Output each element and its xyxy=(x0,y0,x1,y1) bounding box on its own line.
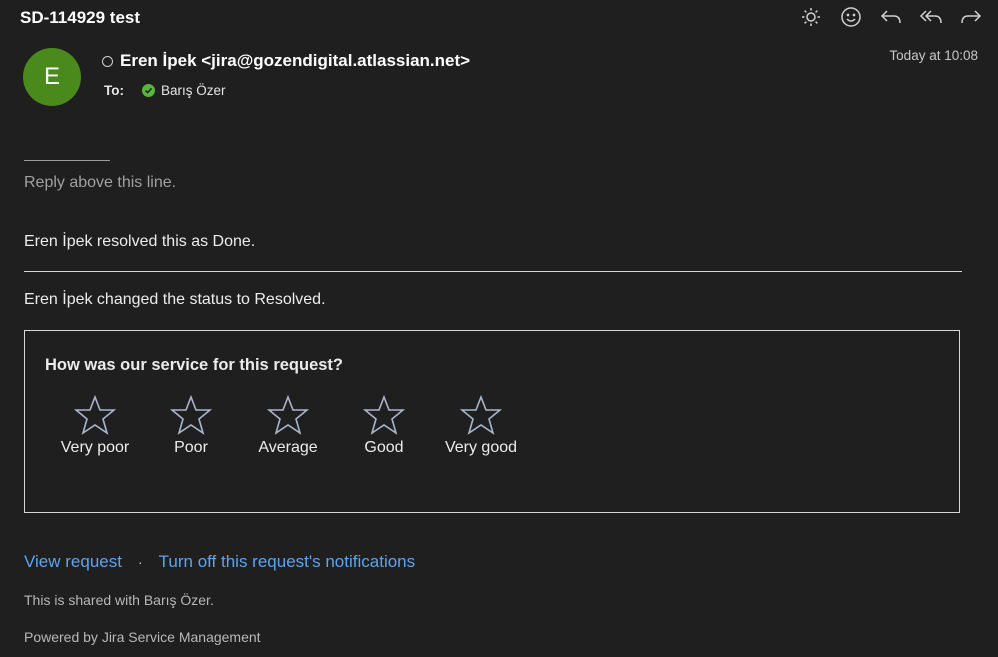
unread-indicator-icon[interactable] xyxy=(102,55,113,67)
rating-label: Very good xyxy=(444,439,518,456)
survey-question: How was our service for this request? xyxy=(45,356,343,374)
satisfaction-survey: How was our service for this request? Ve… xyxy=(24,330,960,513)
status-change-text: Eren İpek changed the status to Resolved… xyxy=(24,291,326,308)
rating-average[interactable]: Average xyxy=(240,395,336,457)
message-date: Today at 10:08 xyxy=(889,48,978,63)
rating-poor[interactable]: Poor xyxy=(143,395,239,457)
rating-label: Very poor xyxy=(60,439,130,456)
sender-name[interactable]: Eren İpek <jira@gozendigital.atlassian.n… xyxy=(120,51,470,71)
brightness-icon[interactable] xyxy=(798,6,824,28)
emoji-icon[interactable] xyxy=(838,6,864,28)
message-toolbar xyxy=(798,6,984,28)
star-icon xyxy=(460,395,502,435)
sender-row: Eren İpek <jira@gozendigital.atlassian.n… xyxy=(102,51,470,71)
to-label: To: xyxy=(104,83,124,98)
view-request-link[interactable]: View request xyxy=(24,552,122,572)
avatar: E xyxy=(23,48,81,106)
divider xyxy=(24,271,962,272)
reply-above-text: Reply above this line. xyxy=(24,174,177,191)
rating-label: Average xyxy=(258,439,318,456)
star-icon xyxy=(363,395,405,435)
rating-label: Poor xyxy=(174,439,208,456)
shared-notice: This is shared with Barış Özer. xyxy=(24,592,214,608)
reply-separator xyxy=(24,160,110,161)
link-separator: · xyxy=(137,554,143,570)
star-icon xyxy=(267,395,309,435)
reply-icon[interactable] xyxy=(878,6,904,28)
email-subject: SD-114929 test xyxy=(20,8,141,27)
star-icon xyxy=(170,395,212,435)
rating-label: Good xyxy=(364,439,404,456)
forward-icon[interactable] xyxy=(958,6,984,28)
rating-very-good[interactable]: Very good xyxy=(433,395,529,457)
powered-by: Powered by Jira Service Management xyxy=(24,629,261,645)
recipient-row: To: Barış Özer xyxy=(104,83,226,98)
action-links: View request · Turn off this request's n… xyxy=(24,552,415,572)
recipient-name[interactable]: Barış Özer xyxy=(161,83,226,98)
star-icon xyxy=(74,395,116,435)
reply-all-icon[interactable] xyxy=(918,6,944,28)
verified-check-icon xyxy=(142,84,155,97)
resolved-text: Eren İpek resolved this as Done. xyxy=(24,233,256,250)
rating-very-poor[interactable]: Very poor xyxy=(47,395,143,457)
rating-good[interactable]: Good xyxy=(336,395,432,457)
turn-off-notifications-link[interactable]: Turn off this request's notifications xyxy=(159,552,416,572)
